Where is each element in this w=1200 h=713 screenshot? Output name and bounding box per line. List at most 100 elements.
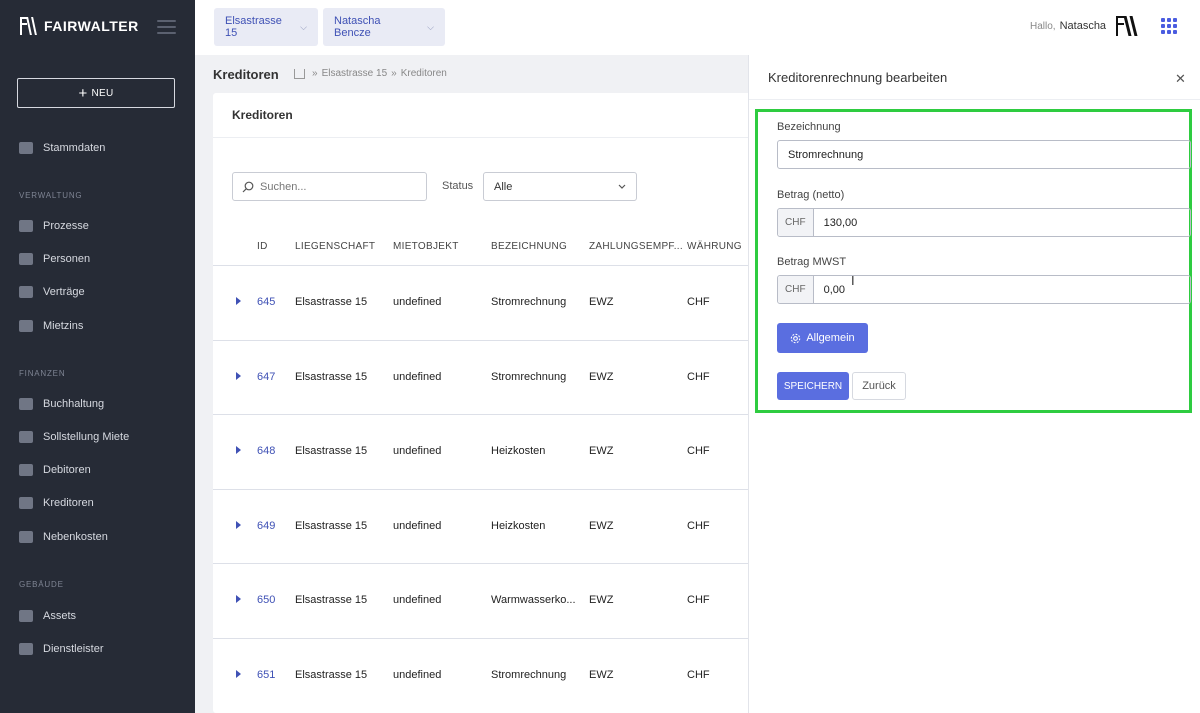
property-selector[interactable]: Elsastrasse 15 ⌵ (214, 8, 318, 46)
new-button-label: NEU (91, 87, 114, 99)
home-icon[interactable] (294, 68, 305, 79)
flame-icon (19, 531, 33, 543)
sidebar-item-debitoren[interactable]: Debitoren (19, 464, 91, 476)
top-bar: Elsastrasse 15 ⌵ Natascha Bencze ⌵ Hallo… (195, 0, 1200, 55)
close-icon[interactable]: ✕ (1175, 71, 1186, 87)
table-row[interactable]: 645 Elsastrasse 15 undefined Stromrechnu… (213, 265, 753, 339)
net-amount-field[interactable]: CHF (777, 208, 1191, 237)
search-input[interactable] (260, 180, 410, 193)
sidebar-section-finanzen: FINANZEN (19, 369, 66, 378)
row-currency: CHF (687, 296, 710, 308)
new-button[interactable]: + NEU (17, 78, 175, 108)
chevron-down-icon (618, 184, 626, 189)
row-description: Warmwasserko... (491, 594, 576, 606)
sidebar-item-kreditoren[interactable]: Kreditoren (19, 497, 94, 509)
divider (213, 137, 753, 138)
vat-amount-label: Betrag MWST (777, 256, 847, 268)
row-property: Elsastrasse 15 (295, 594, 368, 606)
sidebar-item-stammdaten[interactable]: Stammdaten (19, 142, 105, 154)
row-description: Heizkosten (491, 520, 546, 532)
fairwalter-logo-icon[interactable] (1116, 15, 1140, 37)
sidebar-item-label: Buchhaltung (43, 398, 105, 410)
sidebar-item-assets[interactable]: Assets (19, 610, 76, 622)
status-select[interactable]: Alle (483, 172, 637, 201)
row-unit: undefined (393, 520, 442, 532)
column-header-id[interactable]: ID (257, 241, 268, 252)
net-currency-addon: CHF (778, 209, 814, 236)
sidebar-item-personen[interactable]: Personen (19, 253, 90, 265)
net-amount-input[interactable] (813, 216, 1190, 229)
person-selector[interactable]: Natascha Bencze ⌵ (323, 8, 445, 46)
breadcrumb-item-property[interactable]: Elsastrasse 15 (322, 68, 388, 79)
breadcrumb: » Elsastrasse 15 » Kreditoren (294, 68, 447, 79)
sidebar-item-buchhaltung[interactable]: Buchhaltung (19, 398, 104, 410)
back-button[interactable]: Zurück (852, 372, 906, 400)
row-property: Elsastrasse 15 (295, 371, 368, 383)
breadcrumb-separator: » (312, 68, 318, 79)
table-row[interactable]: 648 Elsastrasse 15 undefined Heizkosten … (213, 414, 753, 488)
net-amount-label: Betrag (netto) (777, 189, 845, 201)
row-id-link[interactable]: 649 (257, 520, 275, 532)
table-row[interactable]: 651 Elsastrasse 15 undefined Stromrechnu… (213, 638, 753, 712)
sidebar-item-label: Personen (43, 253, 91, 265)
row-unit: undefined (393, 371, 442, 383)
row-payee: EWZ (589, 669, 614, 681)
property-selector-label: Elsastrasse 15 (225, 15, 282, 39)
row-property: Elsastrasse 15 (295, 669, 368, 681)
row-id-link[interactable]: 647 (257, 371, 275, 383)
expand-row-icon[interactable] (236, 670, 241, 678)
expand-row-icon[interactable] (236, 595, 241, 603)
description-field[interactable] (777, 140, 1191, 169)
description-input[interactable] (778, 148, 1190, 161)
table-row[interactable]: 650 Elsastrasse 15 undefined Warmwasserk… (213, 563, 753, 637)
expand-row-icon[interactable] (236, 521, 241, 529)
vat-amount-input[interactable] (813, 283, 1190, 296)
chevron-down-icon: ⌵ (427, 21, 434, 32)
save-button[interactable]: SPEICHERN (777, 372, 849, 400)
column-header-bezeichnung[interactable]: BEZEICHNUNG (491, 241, 567, 252)
row-property: Elsastrasse 15 (295, 296, 368, 308)
menu-toggle-icon[interactable] (157, 20, 176, 38)
divider (749, 99, 1200, 100)
app-logo[interactable]: FAIRWALTER (20, 17, 139, 35)
column-header-mietobjekt[interactable]: MIETOBJEKT (393, 241, 459, 252)
expand-row-icon[interactable] (236, 297, 241, 305)
row-id-link[interactable]: 648 (257, 445, 275, 457)
row-id-link[interactable]: 645 (257, 296, 275, 308)
row-property: Elsastrasse 15 (295, 445, 368, 457)
sidebar-item-nebenkosten[interactable]: Nebenkosten (19, 531, 108, 543)
sidebar-item-label: Sollstellung Miete (43, 431, 130, 443)
sidebar-item-prozesse[interactable]: Prozesse (19, 220, 89, 232)
list-icon (19, 220, 33, 232)
text-cursor-icon: I (851, 273, 855, 288)
user-name: Natascha (1059, 20, 1107, 32)
sidebar-item-label: Mietzins (43, 320, 84, 332)
expand-row-icon[interactable] (236, 446, 241, 454)
row-description: Heizkosten (491, 445, 546, 457)
sidebar-item-label: Stammdaten (43, 142, 106, 154)
vat-amount-field[interactable]: CHF (777, 275, 1191, 304)
contract-icon (19, 286, 33, 298)
row-payee: EWZ (589, 371, 614, 383)
sidebar: FAIRWALTER + NEU Stammdaten VERWALTUNG P… (0, 0, 195, 713)
column-header-liegenschaft[interactable]: LIEGENSCHAFT (295, 241, 375, 252)
sidebar-item-sollstellung-miete[interactable]: Sollstellung Miete (19, 431, 129, 443)
row-id-link[interactable]: 651 (257, 669, 275, 681)
general-button[interactable]: Allgemein (777, 323, 868, 353)
row-unit: undefined (393, 669, 442, 681)
sidebar-item-vertraege[interactable]: Verträge (19, 286, 85, 298)
chevron-down-icon: ⌵ (300, 21, 307, 32)
expand-row-icon[interactable] (236, 372, 241, 380)
table-row[interactable]: 649 Elsastrasse 15 undefined Heizkosten … (213, 489, 753, 563)
search-box[interactable] (232, 172, 427, 201)
sidebar-item-mietzins[interactable]: Mietzins (19, 320, 83, 332)
column-header-zahlungsempfaenger[interactable]: ZAHLUNGSEMPF... (589, 241, 683, 252)
vat-currency-addon: CHF (778, 276, 814, 303)
row-id-link[interactable]: 650 (257, 594, 275, 606)
app-grid-icon[interactable] (1161, 18, 1177, 34)
table-row[interactable]: 647 Elsastrasse 15 undefined Stromrechnu… (213, 340, 753, 414)
column-header-waehrung[interactable]: WÄHRUNG (687, 241, 742, 252)
row-payee: EWZ (589, 520, 614, 532)
sidebar-item-dienstleister[interactable]: Dienstleister (19, 643, 104, 655)
row-description: Stromrechnung (491, 296, 567, 308)
